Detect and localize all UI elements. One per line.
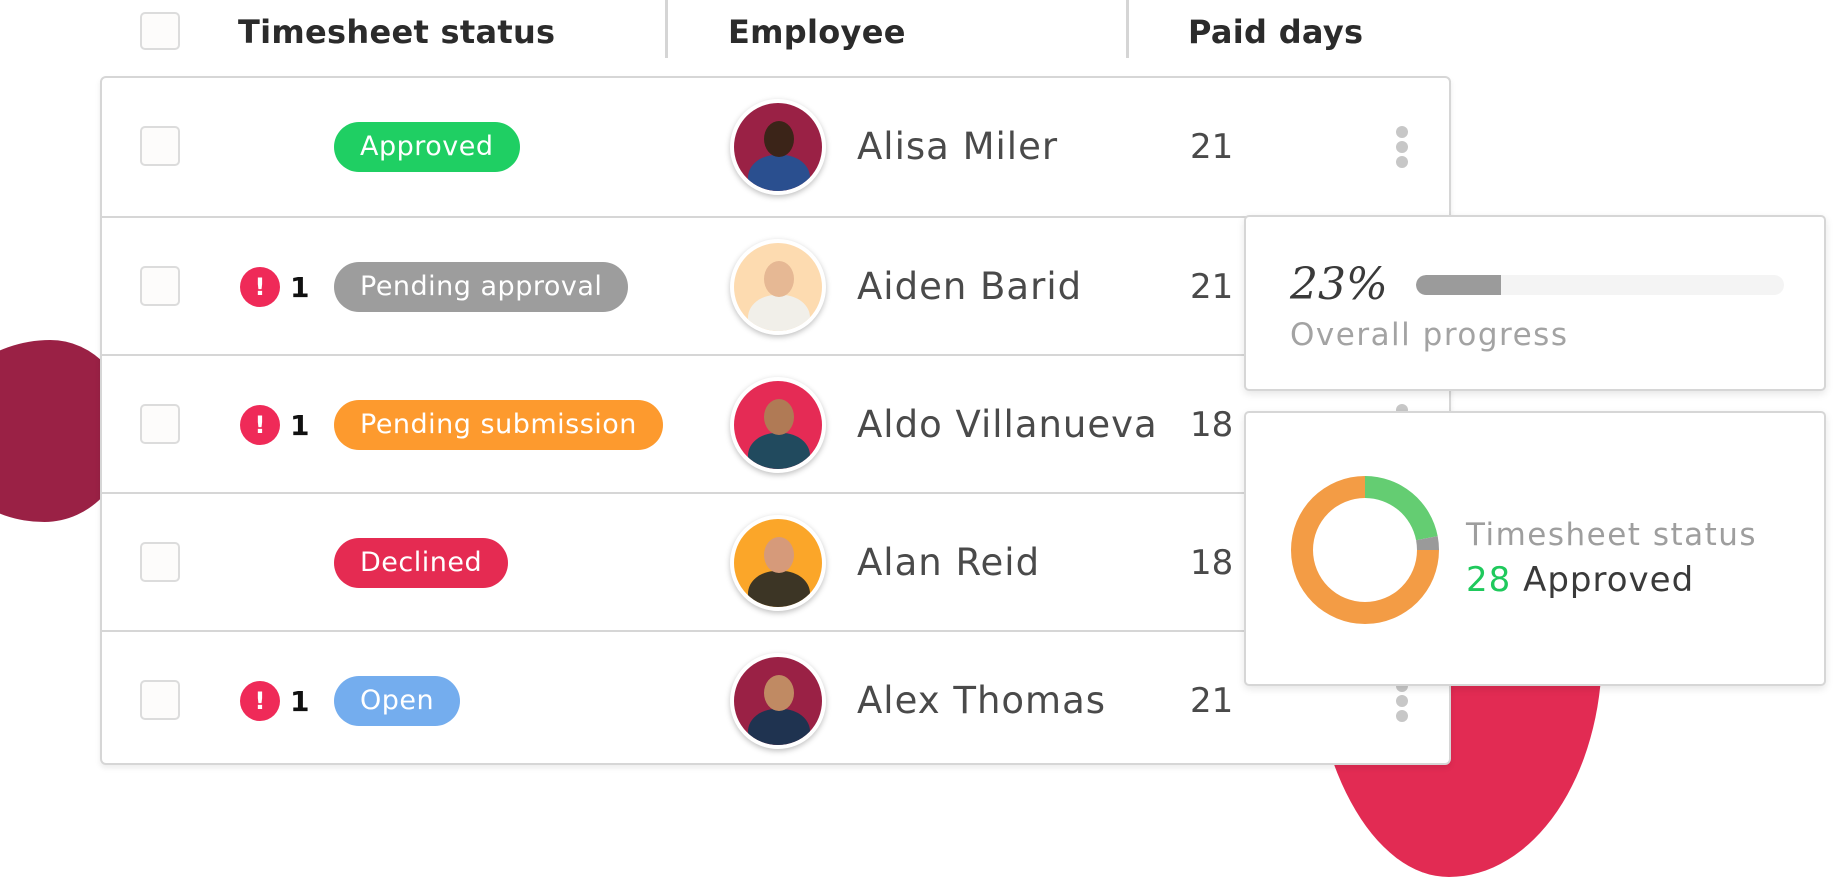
paid-days: 21 — [1190, 681, 1234, 721]
status-badge[interactable]: Open — [334, 676, 461, 726]
kebab-menu-icon[interactable] — [1396, 126, 1410, 168]
row-checkbox[interactable] — [140, 404, 180, 444]
kebab-menu-icon[interactable] — [1396, 680, 1410, 722]
row-checkbox[interactable] — [140, 542, 180, 582]
row-checkbox[interactable] — [140, 126, 180, 166]
employee-name[interactable]: Aiden Barid — [857, 262, 1082, 312]
status-donut-chart — [1291, 476, 1439, 624]
exclamation-icon[interactable]: ! — [240, 681, 280, 721]
approved-count: 28 — [1466, 560, 1512, 600]
donut-slice-approved — [1365, 476, 1438, 541]
column-header-paid-days[interactable]: Paid days — [1188, 12, 1363, 52]
overall-progress-card: 23% Overall progress — [1244, 215, 1826, 391]
progress-bar — [1416, 275, 1784, 295]
alert-count: 1 — [290, 685, 310, 718]
progress-bar-fill — [1416, 275, 1501, 295]
paid-days: 21 — [1190, 127, 1234, 167]
column-divider[interactable] — [1126, 0, 1129, 58]
status-badge[interactable]: Pending approval — [334, 262, 629, 312]
employee-name[interactable]: Aldo Villanueva — [857, 400, 1158, 450]
select-all-checkbox[interactable] — [140, 12, 180, 50]
row-checkbox[interactable] — [140, 266, 180, 306]
column-divider[interactable] — [665, 0, 668, 58]
employee-name[interactable]: Alan Reid — [857, 538, 1040, 588]
paid-days: 21 — [1190, 267, 1234, 307]
column-header-employee[interactable]: Employee — [728, 12, 906, 52]
table-row[interactable]: Approved Alisa Miler 21 — [102, 78, 1449, 216]
employee-name[interactable]: Alex Thomas — [857, 676, 1106, 726]
exclamation-icon[interactable]: ! — [240, 405, 280, 445]
avatar — [730, 239, 826, 335]
alert-count: 1 — [290, 271, 310, 304]
progress-label: Overall progress — [1290, 317, 1569, 353]
status-card-value: 28 Approved — [1466, 558, 1694, 602]
approved-label: Approved — [1523, 560, 1695, 600]
row-checkbox[interactable] — [140, 680, 180, 720]
alert-count: 1 — [290, 409, 310, 442]
employee-name[interactable]: Alisa Miler — [857, 122, 1058, 172]
avatar — [730, 653, 826, 749]
status-card-title: Timesheet status — [1466, 517, 1758, 553]
progress-percent: 23% — [1290, 259, 1388, 310]
timesheet-status-card: Timesheet status 28 Approved — [1244, 411, 1826, 686]
avatar — [730, 99, 826, 195]
exclamation-icon[interactable]: ! — [240, 267, 280, 307]
column-header-timesheet-status[interactable]: Timesheet status — [238, 12, 555, 52]
status-badge[interactable]: Declined — [334, 538, 509, 588]
status-badge[interactable]: Approved — [334, 122, 520, 172]
avatar — [730, 377, 826, 473]
status-badge[interactable]: Pending submission — [334, 400, 663, 450]
paid-days: 18 — [1190, 405, 1234, 445]
paid-days: 18 — [1190, 543, 1234, 583]
avatar — [730, 515, 826, 611]
